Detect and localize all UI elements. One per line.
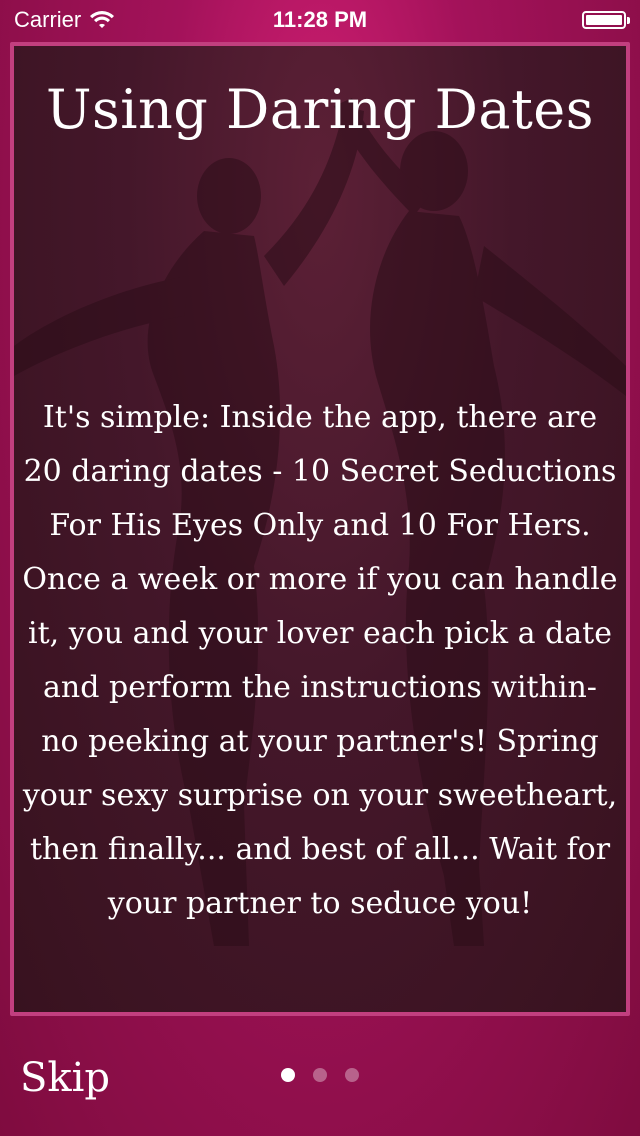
onboarding-card: Using Daring Dates It's simple: Inside t… [10,42,630,1016]
status-bar: Carrier 11:28 PM [0,0,640,40]
card-title: Using Daring Dates [46,78,594,141]
card-body-text: It's simple: Inside the app, there are 2… [22,400,618,921]
page-dot-1[interactable] [281,1068,295,1082]
carrier-label: Carrier [14,7,82,32]
status-left: Carrier [14,7,115,33]
battery-icon [582,11,630,29]
page-indicator[interactable] [0,1068,640,1082]
battery-level [586,15,622,25]
wifi-icon [90,11,115,28]
page-dot-3[interactable] [345,1068,359,1082]
page-dot-2[interactable] [313,1068,327,1082]
